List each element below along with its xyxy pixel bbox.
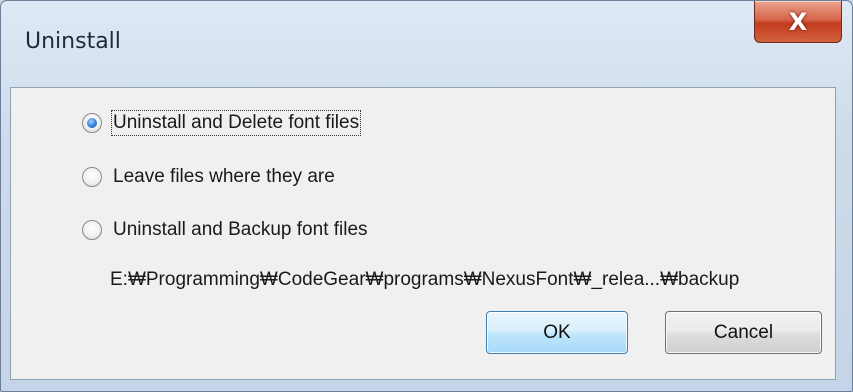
radio-button-leave[interactable]: [82, 167, 102, 187]
dialog-content: Uninstall and Delete font files Leave fi…: [10, 87, 836, 380]
option-label-backup: Uninstall and Backup font files: [113, 219, 368, 240]
close-icon: X: [788, 7, 808, 36]
window-title: Uninstall: [25, 29, 121, 54]
backup-path-label: E:₩Programming₩CodeGear₩programs₩NexusFo…: [110, 269, 740, 290]
option-leave-files[interactable]: Leave files where they are: [82, 166, 335, 188]
radio-button-delete[interactable]: [82, 113, 102, 133]
ok-button[interactable]: OK: [486, 311, 628, 354]
option-label-delete: Uninstall and Delete font files: [110, 110, 362, 136]
option-uninstall-delete[interactable]: Uninstall and Delete font files: [82, 110, 362, 136]
close-button[interactable]: X: [754, 1, 842, 43]
cancel-button[interactable]: Cancel: [665, 311, 822, 354]
option-uninstall-backup[interactable]: Uninstall and Backup font files: [82, 219, 368, 241]
uninstall-dialog: Uninstall X Uninstall and Delete font fi…: [0, 0, 853, 392]
radio-button-backup[interactable]: [82, 220, 102, 240]
title-bar[interactable]: Uninstall X: [1, 1, 852, 87]
option-label-leave: Leave files where they are: [113, 166, 335, 187]
